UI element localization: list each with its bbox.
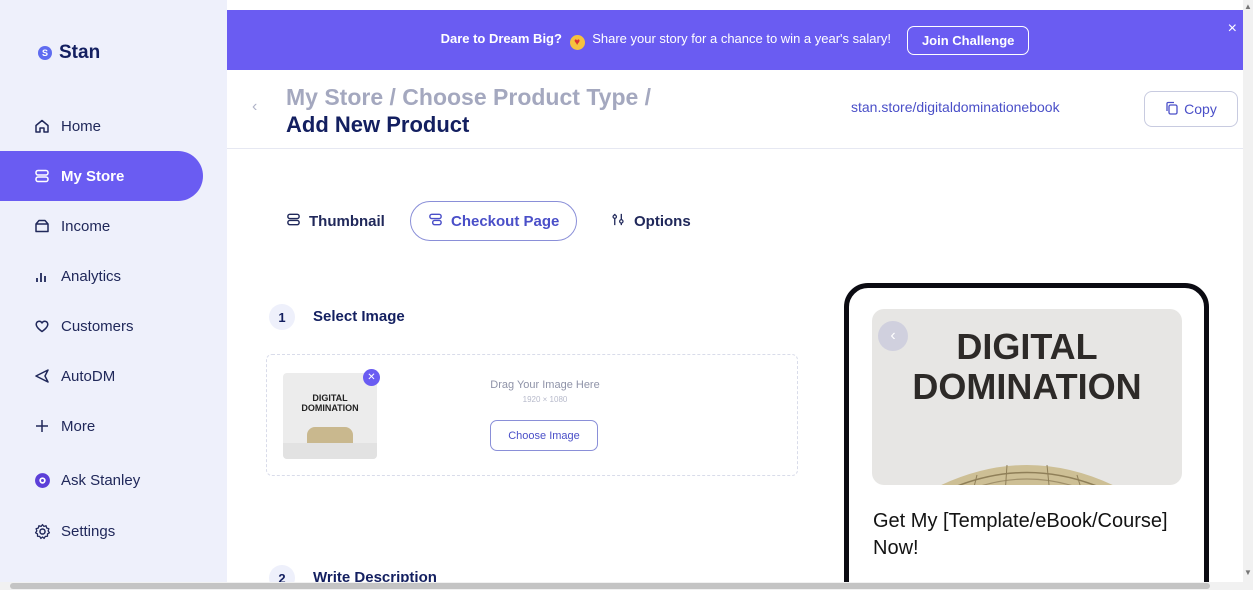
banner-headline: Dare to Dream Big?: [440, 30, 562, 46]
sidebar-item-label: AutoDM: [61, 367, 116, 385]
bar-chart-icon: [33, 267, 51, 285]
sidebar-item-autodm[interactable]: AutoDM: [33, 351, 203, 401]
sidebar-item-ask-stanley[interactable]: Ask Stanley: [33, 455, 203, 505]
money-fan-icon: [941, 464, 1113, 485]
store-url-link[interactable]: stan.store/digitaldominationebook: [851, 99, 1060, 115]
plus-icon: [33, 417, 51, 435]
logo-text: Stan: [59, 42, 101, 63]
thumbnail-footer: [283, 443, 377, 459]
banner-body: Share your story for a chance to win a y…: [592, 30, 891, 46]
sidebar-item-label: Ask Stanley: [61, 471, 141, 489]
back-chevron-icon[interactable]: ‹: [252, 98, 257, 116]
horizontal-scrollbar[interactable]: [0, 582, 1243, 590]
product-cover-image: DIGITAL DOMINATION ‹: [872, 309, 1182, 485]
promo-banner: Dare to Dream Big? ♥ Share your story fo…: [227, 10, 1243, 70]
send-icon: [33, 367, 51, 385]
cover-title: DIGITAL DOMINATION: [872, 327, 1182, 407]
remove-image-icon[interactable]: ✕: [363, 369, 380, 386]
vertical-scrollbar[interactable]: ▲ ▼: [1243, 0, 1253, 590]
sidebar-item-customers[interactable]: Customers: [33, 301, 203, 351]
sidebar: S Stan Home My Store Income Analytics Cu…: [0, 0, 227, 590]
sidebar-item-home[interactable]: Home: [33, 101, 203, 151]
breadcrumb[interactable]: My Store / Choose Product Type /: [286, 84, 651, 111]
logo-mark-icon: S: [38, 46, 52, 60]
cover-title-line1: DIGITAL: [956, 326, 1098, 367]
step-number: 1: [269, 304, 295, 330]
tab-checkout-page[interactable]: Checkout Page: [410, 201, 578, 241]
sidebar-item-label: Income: [61, 217, 111, 235]
copy-label: Copy: [1184, 101, 1217, 117]
tab-label: Options: [634, 212, 691, 230]
sidebar-item-income[interactable]: Income: [33, 201, 203, 251]
checkout-icon: [428, 212, 443, 231]
sidebar-item-analytics[interactable]: Analytics: [33, 251, 203, 301]
scrollbar-thumb[interactable]: [10, 583, 1210, 589]
phone-preview: DIGITAL DOMINATION ‹ Get My [Template/eB…: [844, 283, 1209, 590]
scroll-up-icon[interactable]: ▲: [1244, 2, 1252, 11]
close-icon[interactable]: ×: [1228, 20, 1237, 38]
header-divider: [227, 148, 1243, 149]
store-icon: [33, 167, 51, 185]
tab-thumbnail[interactable]: Thumbnail: [286, 201, 385, 241]
carousel-back-icon[interactable]: ‹: [878, 321, 908, 351]
sidebar-item-label: Home: [61, 117, 102, 135]
home-icon: [33, 117, 51, 135]
gear-icon: [33, 522, 51, 540]
sidebar-item-label: Analytics: [61, 267, 122, 285]
options-icon: [611, 212, 626, 231]
cover-title-line2: DOMINATION: [912, 366, 1142, 407]
wallet-icon: [33, 217, 51, 235]
product-title: Get My [Template/eBook/Course] Now!: [873, 510, 1168, 559]
stanley-icon: [33, 471, 51, 489]
join-challenge-button[interactable]: Join Challenge: [906, 25, 1030, 55]
heart-eyes-emoji-icon: ♥: [569, 34, 585, 50]
sidebar-item-label: Settings: [61, 522, 116, 540]
tab-options[interactable]: Options: [611, 201, 691, 241]
copy-icon: [1165, 101, 1179, 118]
tab-label: Thumbnail: [309, 212, 385, 230]
heart-icon: [33, 317, 51, 335]
sidebar-item-label: Customers: [61, 317, 134, 335]
drag-hint: Drag Your Image Here: [490, 379, 600, 391]
copy-button[interactable]: Copy: [1144, 91, 1238, 127]
image-dimensions: 1920 × 1080: [522, 395, 568, 404]
sidebar-item-label: More: [61, 417, 96, 435]
scroll-down-icon[interactable]: ▼: [1244, 568, 1252, 577]
choose-image-button[interactable]: Choose Image: [490, 420, 598, 451]
stan-logo[interactable]: S Stan: [38, 42, 100, 64]
sidebar-item-my-store[interactable]: My Store: [0, 151, 203, 201]
page-title: Add New Product: [286, 112, 470, 137]
sidebar-item-label: My Store: [61, 167, 125, 185]
tab-label: Checkout Page: [451, 212, 560, 230]
step-label-select-image: Select Image: [313, 308, 405, 325]
money-graphic-icon: [307, 427, 353, 443]
thumbnail-text: DIGITAL DOMINATION: [301, 393, 359, 413]
thumbnail-icon: [286, 212, 301, 231]
selected-image-thumbnail: DIGITAL DOMINATION: [283, 373, 377, 459]
sidebar-item-settings[interactable]: Settings: [33, 506, 203, 556]
banner-message: Dare to Dream Big? ♥ Share your story fo…: [441, 31, 891, 50]
sidebar-item-more[interactable]: More: [33, 401, 203, 451]
